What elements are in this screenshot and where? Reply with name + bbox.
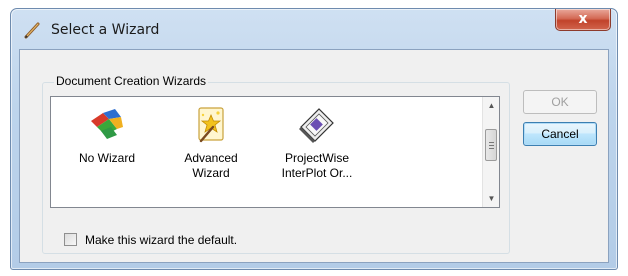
advanced-wizard-icon xyxy=(191,105,231,145)
grip-line xyxy=(489,148,494,149)
grip-line xyxy=(489,145,494,146)
scrollbar-thumb[interactable] xyxy=(485,129,497,161)
list-item-label-line2: Wizard xyxy=(192,166,230,180)
wizard-list[interactable]: No Wizard Advanced Wizard ProjectWise In… xyxy=(50,96,500,208)
interplot-icon xyxy=(297,105,337,145)
list-item-advanced-wizard[interactable]: Advanced Wizard xyxy=(161,105,261,181)
grip-line xyxy=(489,142,494,143)
pencil-icon xyxy=(23,20,43,40)
list-item-no-wizard[interactable]: No Wizard xyxy=(57,105,157,166)
list-item-label: No Wizard xyxy=(78,151,135,165)
wizard-dialog-window: Select a Wizard x Document Creation Wiza… xyxy=(10,8,618,270)
scroll-up-arrow-icon[interactable]: ▲ xyxy=(483,97,500,114)
close-icon: x xyxy=(578,11,588,27)
dialog-client-area: Document Creation Wizards No Wizard Adva… xyxy=(19,49,609,263)
no-wizard-icon xyxy=(87,105,127,145)
close-button[interactable]: x xyxy=(555,9,611,31)
list-item-label: ProjectWise xyxy=(284,151,349,165)
title-bar[interactable]: Select a Wizard x xyxy=(11,9,617,49)
scroll-down-arrow-icon[interactable]: ▼ xyxy=(483,190,500,207)
groupbox-label: Document Creation Wizards xyxy=(54,74,209,88)
window-title: Select a Wizard xyxy=(51,22,160,38)
ok-button[interactable]: OK xyxy=(523,90,597,114)
default-wizard-checkbox-label[interactable]: Make this wizard the default. xyxy=(85,233,237,247)
list-item-label-line2: InterPlot Or... xyxy=(281,166,353,180)
vertical-scrollbar[interactable]: ▲ ▼ xyxy=(482,97,499,207)
list-item-label: Advanced xyxy=(184,151,238,165)
list-item-projectwise-interplot[interactable]: ProjectWise InterPlot Or... xyxy=(267,105,367,181)
cancel-button[interactable]: Cancel xyxy=(523,122,597,146)
default-wizard-checkbox[interactable] xyxy=(64,233,77,246)
